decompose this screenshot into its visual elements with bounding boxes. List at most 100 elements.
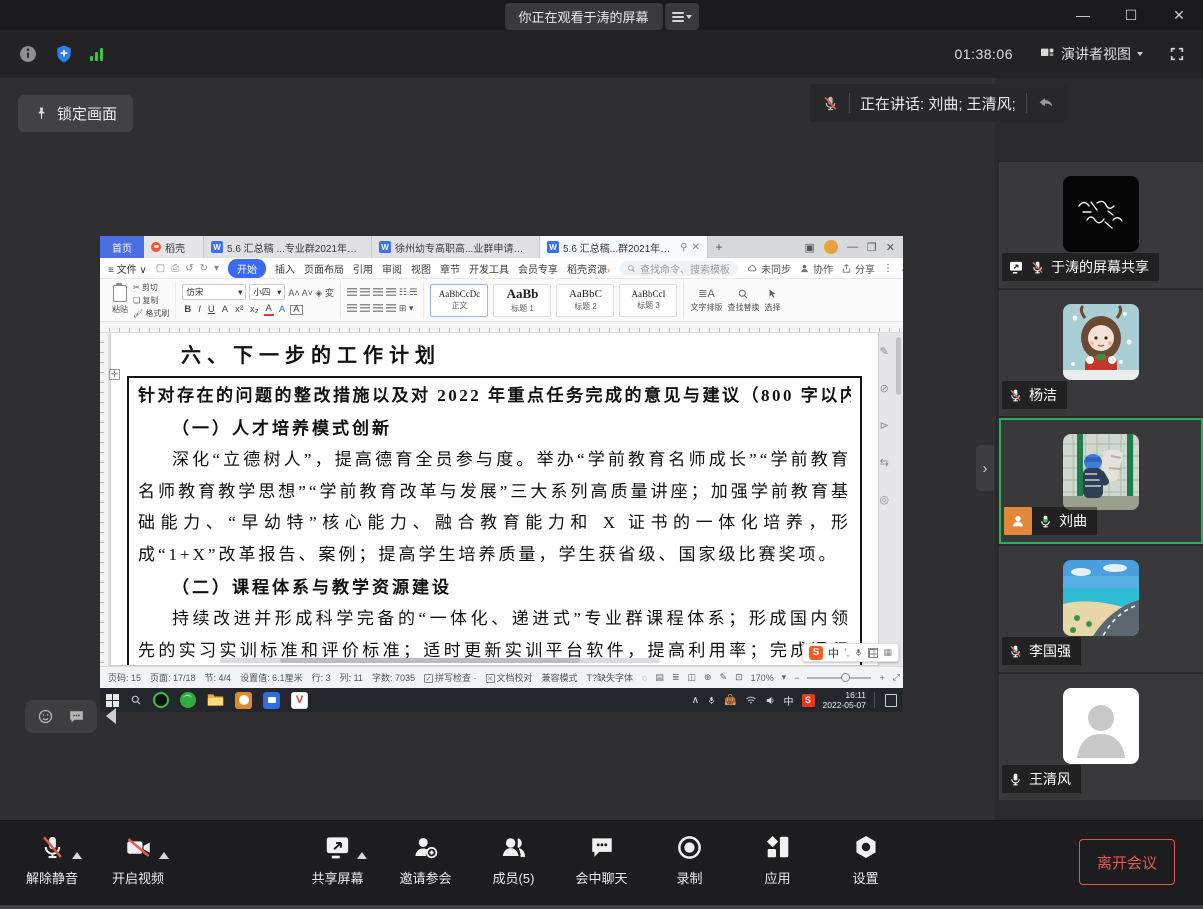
chat-button[interactable]: 会中聊天 [576, 833, 628, 887]
avatar [1063, 688, 1139, 764]
doc-horizontal-scrollbar [220, 658, 660, 663]
participant-name: 王清风 [1029, 769, 1071, 789]
wps-minimize: — [847, 241, 858, 253]
leave-meeting-button[interactable]: 离开会议 [1079, 839, 1175, 885]
mic-active-icon [1038, 514, 1053, 529]
start-video-label: 开启视频 [112, 868, 164, 887]
sogou-icon: S [809, 646, 823, 660]
tray-mic-icon [707, 695, 716, 706]
record-button[interactable]: 录制 [664, 833, 716, 887]
wps-ruler [100, 322, 903, 333]
emoji-reaction-button[interactable] [37, 708, 54, 725]
top-toolbar: 01:38:06 演讲者视图 [0, 30, 1203, 78]
action-center-icon [885, 694, 897, 707]
participants-sidebar: 于涛的屏幕共享 [995, 78, 1203, 820]
network-signal-icon[interactable] [90, 47, 103, 61]
speaking-banner: 正在讲话: 刘曲; 王清风; [810, 84, 1067, 122]
avatar [1063, 176, 1139, 252]
style-h1: AaBb标题 1 [493, 284, 551, 317]
view-mode-switch[interactable]: 演讲者视图 [1039, 44, 1143, 64]
bottom-strip [0, 905, 1203, 909]
doc-side-tools: ✎⊘⊳⇆◎ [879, 345, 889, 506]
minimize-button[interactable]: — [1059, 0, 1107, 30]
taskbar-meeting-app-icon [235, 692, 252, 709]
fullscreen-icon[interactable] [1169, 46, 1185, 62]
word-doc-icon: W [211, 241, 223, 253]
invite-label: 邀请参会 [399, 868, 451, 887]
tray-ime-lang: 中 [784, 693, 794, 708]
mic-muted-icon [39, 834, 66, 861]
security-shield-icon[interactable] [54, 44, 74, 64]
taskbar-app-icon: V [291, 692, 308, 709]
screen-share-icon [324, 834, 351, 861]
file-explorer-icon [207, 693, 224, 707]
mic-muted-icon [1030, 260, 1045, 275]
wps-tab-document-active: W5.6 汇总稿...群2021年度报告⚲✕ [540, 236, 708, 258]
video-options-caret[interactable] [159, 852, 169, 859]
maximize-button[interactable]: ☐ [1107, 0, 1155, 30]
unmute-button[interactable]: 解除静音 [26, 833, 78, 887]
wps-tab-document: W徐州幼专高职高...业群申请立项表 [372, 236, 540, 258]
invite-button[interactable]: 邀请参会 [399, 833, 451, 887]
shared-screen: 首页 稻壳 W5.6 汇总稿 ...专业群2021年度报告 W徐州幼专高职高..… [100, 236, 903, 712]
wps-menubar: ≡ 文件 ∨ ▢⎙↺↻▾ 开始 插入 页面布局 引用 审阅 视图 章节 开发工具… [100, 258, 903, 279]
reply-arrow-icon[interactable] [1037, 94, 1055, 112]
title-menu-button[interactable] [665, 3, 699, 30]
share-screen-button[interactable]: 共享屏幕 [311, 833, 363, 887]
host-badge-icon [1004, 507, 1032, 535]
wps-maximize: ❐ [867, 241, 877, 254]
wps-statusbar: 页码: 15 页面: 17/18 节: 4/4 设置值: 6.1厘米 行: 3 … [100, 666, 903, 688]
document-page: 六、下一步的工作计划 针对存在的问题的整改措施以及对 2022 年重点任务完成的… [110, 333, 879, 666]
participant-tile-yangjie[interactable]: 杨洁 [999, 290, 1203, 416]
members-button[interactable]: 成员(5) [488, 833, 540, 887]
settings-icon [853, 834, 879, 860]
speaking-label: 正在讲话: 刘曲; 王清风; [860, 93, 1016, 114]
meeting-window: 你正在观看于涛的屏幕 — ☐ ✕ 01:38:06 演 [0, 0, 1203, 909]
hamburger-icon [672, 10, 684, 24]
doc-paragraph-1: 深化“立德树人”，提高德育全员参与度。举办“学前教育名师成长”“学前教育名师教育… [138, 444, 851, 570]
participant-tile-liguoqiang[interactable]: 李国强 [999, 546, 1203, 672]
chat-icon [589, 834, 615, 860]
close-button[interactable]: ✕ [1155, 0, 1203, 30]
quick-reaction-bar [25, 700, 97, 733]
layout-icon [1039, 46, 1055, 62]
mic-options-caret[interactable] [72, 852, 82, 859]
doc-section-2: （二）课程体系与教学资源建设 [138, 572, 851, 603]
tray-wifi-icon [745, 695, 757, 705]
watching-title: 你正在观看于涛的屏幕 [504, 3, 662, 30]
tray-volume-icon [765, 695, 776, 706]
wps-ribbon: 粘贴 ✂ 剪切 ❏ 复制 🖌 格式刷 仿宋▾ 小四▾ A˄ A˅ ◈ 変 [100, 279, 903, 322]
ime-mic-icon [854, 647, 863, 658]
pin-icon [34, 106, 49, 121]
chat-label: 会中聊天 [576, 868, 628, 887]
meeting-info-icon[interactable] [18, 44, 38, 64]
start-video-button[interactable]: 开启视频 [112, 833, 164, 887]
participant-tile-wangqingfeng[interactable]: 王清风 [999, 674, 1203, 800]
tray-clock: 16:11 2022-05-07 [823, 690, 866, 710]
record-label: 录制 [677, 868, 703, 887]
apps-button[interactable]: 应用 [752, 833, 804, 887]
wps-layout-icon: ▣ [805, 241, 815, 254]
word-doc-icon: W [547, 241, 559, 253]
participant-tile-liuqu[interactable]: 刘曲 [999, 418, 1203, 544]
chevron-down-icon [686, 15, 692, 19]
members-icon [500, 834, 527, 861]
ime-keyboard-icon [868, 648, 878, 658]
tray-sogou-icon: S [802, 694, 815, 707]
collapse-toolbar-arrow[interactable] [106, 708, 116, 724]
meeting-timer: 01:38:06 [955, 46, 1014, 62]
settings-button[interactable]: 设置 [840, 833, 892, 887]
taskbar-browser-icon [180, 692, 196, 708]
lock-view-button[interactable]: 锁定画面 [18, 95, 133, 132]
taskbar-app-icon [263, 692, 280, 709]
share-screen-label: 共享屏幕 [311, 868, 363, 887]
sidebar-collapse-handle[interactable]: › [976, 445, 994, 491]
participant-name: 杨洁 [1029, 385, 1057, 405]
quick-chat-button[interactable] [68, 708, 85, 725]
share-options-caret[interactable] [357, 852, 367, 859]
word-doc-icon: W [379, 241, 391, 253]
wps-account-avatar [824, 240, 838, 254]
participant-label: 李国强 [1002, 637, 1081, 665]
participant-tile-yutao-share[interactable]: 于涛的屏幕共享 [999, 162, 1203, 288]
ime-lang: 中 [828, 645, 839, 661]
